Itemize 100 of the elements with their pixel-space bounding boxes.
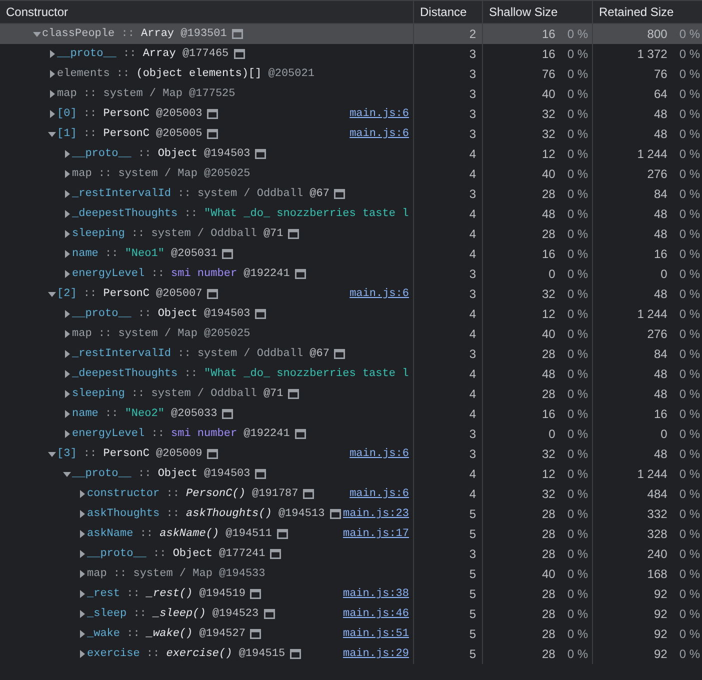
caret-right-icon[interactable] bbox=[63, 310, 71, 318]
table-row[interactable]: _restIntervalId :: system / Oddball @67 3 28 0 % 84 0 % bbox=[0, 344, 702, 364]
caret-right-icon[interactable] bbox=[63, 150, 71, 158]
window-icon[interactable] bbox=[290, 649, 302, 659]
caret-right-icon[interactable] bbox=[78, 590, 86, 598]
window-icon[interactable] bbox=[207, 449, 218, 459]
window-icon[interactable] bbox=[255, 469, 266, 479]
table-row[interactable]: energyLevel :: smi number @192241 3 0 0 % 0 0 % bbox=[0, 424, 702, 444]
caret-right-icon[interactable] bbox=[78, 630, 86, 638]
window-icon[interactable] bbox=[294, 429, 306, 439]
table-row[interactable]: __proto__ :: Object @194503 4 12 0 % 1 244 0 % bbox=[0, 144, 702, 164]
caret-right-icon[interactable] bbox=[63, 410, 71, 418]
source-link[interactable]: main.js:6 bbox=[350, 285, 409, 303]
caret-right-icon[interactable] bbox=[78, 510, 86, 518]
caret-right-icon[interactable] bbox=[48, 50, 56, 58]
table-row[interactable]: [2] :: PersonC @205007 main.js:6 3 32 0 % 48 0 % bbox=[0, 284, 702, 304]
caret-right-icon[interactable] bbox=[78, 550, 86, 558]
column-header[interactable]: Constructor bbox=[0, 1, 413, 23]
source-link[interactable]: main.js:51 bbox=[342, 625, 409, 643]
source-link[interactable]: main.js:29 bbox=[342, 645, 409, 663]
table-row[interactable]: _sleep :: _sleep() @194523 main.js:46 5 28 0 % 92 0 % bbox=[0, 604, 702, 624]
source-link[interactable]: main.js:6 bbox=[350, 485, 409, 503]
window-icon[interactable] bbox=[294, 269, 306, 279]
source-link[interactable]: main.js:17 bbox=[342, 525, 409, 543]
caret-right-icon[interactable] bbox=[63, 370, 71, 378]
window-icon[interactable] bbox=[330, 509, 341, 519]
table-row[interactable]: energyLevel :: smi number @192241 3 0 0 % 0 0 % bbox=[0, 264, 702, 284]
window-icon[interactable] bbox=[288, 389, 300, 399]
column-header[interactable]: Retained Size bbox=[592, 1, 702, 23]
caret-right-icon[interactable] bbox=[48, 90, 56, 98]
caret-right-icon[interactable] bbox=[78, 650, 86, 658]
window-icon[interactable] bbox=[207, 109, 218, 119]
table-row[interactable]: constructor :: PersonC() @191787 main.js:6 4 32 0 % 484 0 % bbox=[0, 484, 702, 504]
window-icon[interactable] bbox=[334, 189, 346, 199]
caret-right-icon[interactable] bbox=[63, 270, 71, 278]
caret-right-icon[interactable] bbox=[78, 530, 86, 538]
caret-right-icon[interactable] bbox=[63, 430, 71, 438]
table-row[interactable]: map :: system / Map @205025 4 40 0 % 276 0 % bbox=[0, 164, 702, 184]
window-icon[interactable] bbox=[234, 49, 245, 59]
table-row[interactable]: __proto__ :: Object @194503 4 12 0 % 1 244 0 % bbox=[0, 304, 702, 324]
caret-right-icon[interactable] bbox=[78, 610, 86, 618]
column-header[interactable]: Shallow Size bbox=[482, 1, 592, 23]
caret-down-icon[interactable] bbox=[48, 130, 56, 138]
caret-right-icon[interactable] bbox=[63, 170, 71, 178]
table-row[interactable]: _wake :: _wake() @194527 main.js:51 5 28 0 % 92 0 % bbox=[0, 624, 702, 644]
window-icon[interactable] bbox=[264, 609, 275, 619]
window-icon[interactable] bbox=[270, 549, 282, 559]
window-icon[interactable] bbox=[250, 589, 262, 599]
caret-down-icon[interactable] bbox=[48, 290, 56, 298]
table-row[interactable]: name :: "Neo1" @205031 4 16 0 % 16 0 % bbox=[0, 244, 702, 264]
table-row[interactable]: _deepestThoughts :: "What _do_ snozzberries taste l 4 48 0 % 48 0 % bbox=[0, 204, 702, 224]
table-row[interactable]: exercise :: exercise() @194515 main.js:29 5 28 0 % 92 0 % bbox=[0, 644, 702, 664]
table-row[interactable]: askName :: askName() @194511 main.js:17 5 28 0 % 328 0 % bbox=[0, 524, 702, 544]
window-icon[interactable] bbox=[334, 349, 346, 359]
table-row[interactable]: name :: "Neo2" @205033 4 16 0 % 16 0 % bbox=[0, 404, 702, 424]
source-link[interactable]: main.js:46 bbox=[342, 605, 409, 623]
table-row[interactable]: __proto__ :: Object @177241 3 28 0 % 240 0 % bbox=[0, 544, 702, 564]
caret-down-icon[interactable] bbox=[63, 470, 71, 478]
caret-right-icon[interactable] bbox=[48, 110, 56, 118]
caret-down-icon[interactable] bbox=[48, 450, 56, 458]
source-link[interactable]: main.js:23 bbox=[342, 505, 409, 523]
table-row[interactable]: askThoughts :: askThoughts() @194513 main.js:23 5 28 0 % 332 0 % bbox=[0, 504, 702, 524]
table-row[interactable]: _deepestThoughts :: "What _do_ snozzberries taste l 4 48 0 % 48 0 % bbox=[0, 364, 702, 384]
caret-right-icon[interactable] bbox=[63, 390, 71, 398]
table-row[interactable]: map :: system / Map @177525 3 40 0 % 64 0 % bbox=[0, 84, 702, 104]
source-link[interactable]: main.js:6 bbox=[350, 445, 409, 463]
window-icon[interactable] bbox=[207, 289, 218, 299]
caret-right-icon[interactable] bbox=[63, 190, 71, 198]
table-row[interactable]: __proto__ :: Object @194503 4 12 0 % 1 244 0 % bbox=[0, 464, 702, 484]
window-icon[interactable] bbox=[222, 249, 234, 259]
caret-right-icon[interactable] bbox=[78, 490, 86, 498]
table-row[interactable]: [1] :: PersonC @205005 main.js:6 3 32 0 % 48 0 % bbox=[0, 124, 702, 144]
table-row[interactable]: [0] :: PersonC @205003 main.js:6 3 32 0 % 48 0 % bbox=[0, 104, 702, 124]
caret-right-icon[interactable] bbox=[78, 570, 86, 578]
table-row[interactable]: sleeping :: system / Oddball @71 4 28 0 % 48 0 % bbox=[0, 224, 702, 244]
caret-right-icon[interactable] bbox=[63, 350, 71, 358]
caret-right-icon[interactable] bbox=[63, 230, 71, 238]
window-icon[interactable] bbox=[207, 129, 218, 139]
window-icon[interactable] bbox=[232, 29, 243, 39]
table-row[interactable]: elements :: (object elements)[] @205021 3 76 0 % 76 0 % bbox=[0, 64, 702, 84]
window-icon[interactable] bbox=[255, 149, 266, 159]
column-header[interactable]: Distance bbox=[413, 1, 482, 23]
source-link[interactable]: main.js:6 bbox=[350, 125, 409, 143]
window-icon[interactable] bbox=[250, 629, 262, 639]
caret-right-icon[interactable] bbox=[63, 330, 71, 338]
table-row[interactable]: [3] :: PersonC @205009 main.js:6 3 32 0 % 48 0 % bbox=[0, 444, 702, 464]
table-row[interactable]: map :: system / Map @205025 4 40 0 % 276 0 % bbox=[0, 324, 702, 344]
caret-down-icon[interactable] bbox=[33, 30, 41, 38]
window-icon[interactable] bbox=[288, 229, 300, 239]
window-icon[interactable] bbox=[303, 489, 314, 499]
table-row[interactable]: map :: system / Map @194533 5 40 0 % 168 0 % bbox=[0, 564, 702, 584]
table-row[interactable]: sleeping :: system / Oddball @71 4 28 0 % 48 0 % bbox=[0, 384, 702, 404]
table-row[interactable]: _restIntervalId :: system / Oddball @67 3 28 0 % 84 0 % bbox=[0, 184, 702, 204]
window-icon[interactable] bbox=[255, 309, 266, 319]
table-row[interactable]: _rest :: _rest() @194519 main.js:38 5 28 0 % 92 0 % bbox=[0, 584, 702, 604]
window-icon[interactable] bbox=[222, 409, 234, 419]
caret-right-icon[interactable] bbox=[63, 250, 71, 258]
caret-right-icon[interactable] bbox=[48, 70, 56, 78]
window-icon[interactable] bbox=[276, 529, 288, 539]
caret-right-icon[interactable] bbox=[63, 210, 71, 218]
